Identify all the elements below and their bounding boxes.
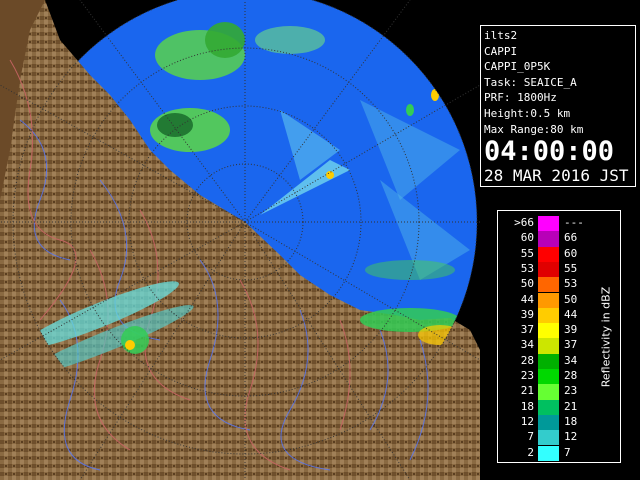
legend-swatch [538, 338, 559, 354]
legend-label-high: 12 [564, 430, 578, 444]
legend-label-low: 12 [520, 414, 534, 428]
legend-label-high: 23 [564, 384, 578, 398]
legend-label-low: 53 [520, 261, 534, 275]
task-name: Task: SEAICE_A [484, 75, 577, 89]
legend-label-low: 44 [520, 292, 534, 306]
legend-label-low: 18 [520, 399, 534, 413]
info-panel: ilts2 CAPPI CAPPI_0P5K Task: SEAICE_A PR… [480, 25, 636, 187]
reflectivity-legend: >66 --- 60 66 55 60 53 55 50 53 44 50 39 44 37 39 34 37 28… [497, 210, 621, 463]
legend-label-high: 66 [564, 231, 578, 245]
observation-date: 28 MAR 2016 JST [484, 166, 629, 186]
legend-label-high: 44 [564, 307, 578, 321]
legend-label-low: 60 [520, 231, 534, 245]
legend-label-low: 55 [520, 246, 534, 260]
legend-swatch [538, 353, 559, 369]
legend-swatch [538, 369, 559, 385]
product-type: CAPPI [484, 44, 518, 58]
legend-swatch [538, 384, 559, 400]
max-range-value: Max Range:80 km [484, 122, 584, 136]
legend-swatch [538, 261, 559, 278]
legend-swatch [538, 399, 559, 415]
site-name: ilts2 [484, 29, 518, 42]
observation-time: 04:00:00 [484, 136, 615, 168]
legend-label-low: >66 [514, 216, 534, 229]
legend-label-high: 28 [564, 369, 578, 382]
legend-label-low: 50 [520, 277, 534, 291]
prf-value: PRF: 1800Hz [484, 91, 557, 105]
legend-swatch [538, 231, 559, 247]
legend-swatch [538, 445, 559, 461]
legend-title: Reflectivity in dBZ [590, 227, 622, 447]
legend-swatch [538, 430, 559, 446]
legend-label-high: 60 [564, 246, 578, 260]
legend-label-high: 39 [564, 323, 578, 337]
legend-title-text: Reflectivity in dBZ [599, 286, 613, 388]
legend-label-low: 23 [520, 369, 534, 382]
legend-label-high: 55 [564, 261, 578, 275]
legend-label-high: --- [564, 216, 584, 229]
legend-label-high: 37 [564, 338, 578, 352]
legend-label-low: 37 [520, 323, 534, 337]
legend-label-low: 2 [527, 445, 534, 459]
legend-swatch [538, 216, 559, 232]
legend-label-high: 53 [564, 277, 578, 291]
legend-label-low: 34 [520, 338, 534, 352]
legend-swatch [538, 414, 559, 431]
legend-label-high: 7 [564, 445, 571, 459]
legend-swatch [538, 323, 559, 339]
legend-label-low: 39 [520, 307, 534, 321]
legend-swatch [538, 277, 559, 293]
legend-label-low: 28 [520, 353, 534, 367]
legend-label-high: 34 [564, 353, 578, 367]
legend-label-high: 50 [564, 292, 578, 306]
height-value: Height:0.5 km [484, 106, 571, 120]
legend-swatch [538, 246, 559, 262]
legend-label-low: 21 [520, 384, 534, 398]
legend-swatch [538, 307, 559, 324]
legend-label-high: 18 [564, 414, 578, 428]
legend-label-low: 7 [527, 430, 534, 444]
legend-swatch [538, 292, 559, 308]
legend-label-high: 21 [564, 399, 578, 413]
product-name: CAPPI_0P5K [484, 60, 551, 74]
